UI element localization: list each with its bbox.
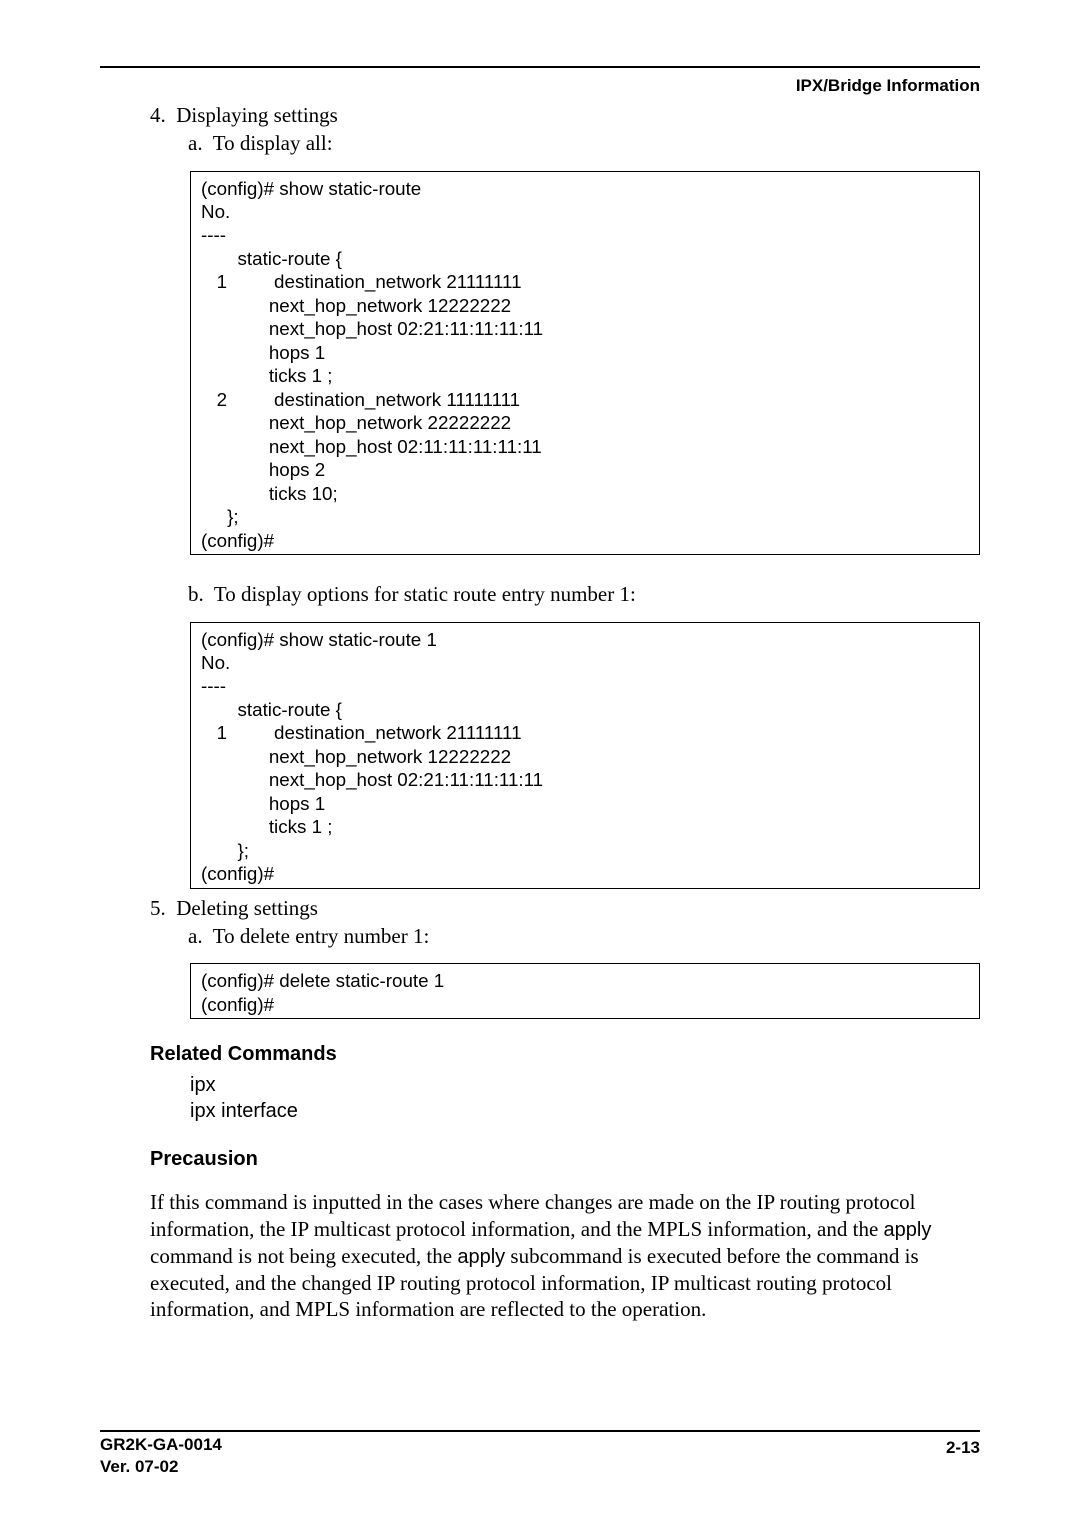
list-sub-5a: a. To delete entry number 1: [188, 923, 980, 949]
code-text-5a: (config)# delete static-route 1 (config)… [201, 969, 969, 1016]
precausion-paragraph: If this command is inputted in the cases… [150, 1189, 980, 1322]
code-text-4a: (config)# show static-route No. ---- sta… [201, 177, 969, 553]
precausion-text-1: If this command is inputted in the cases… [150, 1190, 916, 1240]
apply-keyword-1: apply [884, 1219, 932, 1241]
list-sub-4b: b. To display options for static route e… [188, 581, 980, 607]
apply-keyword-2: apply [457, 1246, 505, 1268]
list-title-5: Deleting settings [176, 896, 318, 920]
sub-text-4b: To display options for static route entr… [214, 582, 636, 606]
footer-page-number: 2-13 [946, 1438, 980, 1458]
sub-label-5a: a. [188, 924, 203, 948]
running-header: IPX/Bridge Information [796, 76, 980, 96]
footer-version: Ver. 07-02 [100, 1457, 178, 1476]
related-line-1: ipx [190, 1072, 980, 1098]
list-title-4: Displaying settings [176, 103, 338, 127]
footer-left: GR2K-GA-0014 Ver. 07-02 [100, 1434, 222, 1478]
list-item-4: 4. Displaying settings [150, 102, 980, 128]
header-rule [100, 66, 980, 68]
precausion-text-mid: command is not being executed, the [150, 1244, 457, 1268]
sub-text-4a: To display all: [213, 131, 333, 155]
list-sub-4a: a. To display all: [188, 130, 980, 156]
precausion-heading: Precausion [150, 1148, 980, 1171]
document-page: IPX/Bridge Information 4. Displaying set… [0, 0, 1080, 1528]
related-line-2: ipx interface [190, 1098, 980, 1124]
code-block-5a: (config)# delete static-route 1 (config)… [190, 963, 980, 1019]
list-num-5: 5. [150, 896, 166, 920]
sub-label-4b: b. [188, 582, 204, 606]
code-text-4b: (config)# show static-route 1 No. ---- s… [201, 628, 969, 886]
footer-rule [100, 1430, 980, 1432]
list-item-5: 5. Deleting settings [150, 895, 980, 921]
code-block-4a: (config)# show static-route No. ---- sta… [190, 171, 980, 556]
related-heading: Related Commands [150, 1043, 980, 1066]
list-num-4: 4. [150, 103, 166, 127]
sub-text-5a: To delete entry number 1: [213, 924, 430, 948]
footer-doc-id: GR2K-GA-0014 [100, 1435, 222, 1454]
code-block-4b: (config)# show static-route 1 No. ---- s… [190, 622, 980, 889]
sub-label-4a: a. [188, 131, 203, 155]
